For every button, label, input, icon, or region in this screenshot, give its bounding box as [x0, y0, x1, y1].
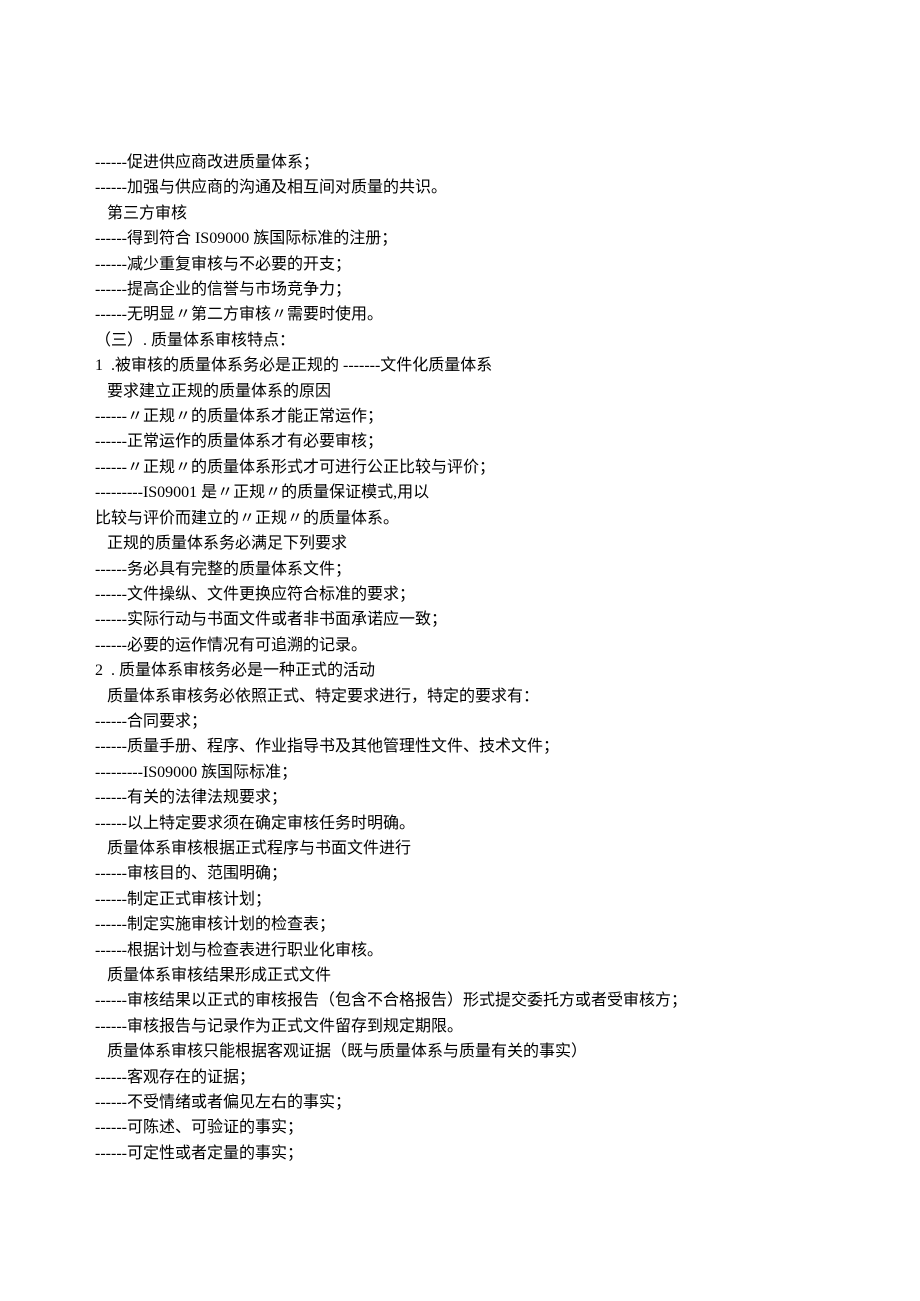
text-line: ------减少重复审核与不必要的开支；: [95, 252, 825, 277]
text-line: ------务必具有完整的质量体系文件；: [95, 557, 825, 582]
text-line: 质量体系审核结果形成正式文件: [95, 963, 825, 988]
text-line: ------制定实施审核计划的检查表；: [95, 912, 825, 937]
text-line: ------实际行动与书面文件或者非书面承诺应一致；: [95, 607, 825, 632]
text-line: ------可定性或者定量的事实；: [95, 1141, 825, 1166]
text-line: ------审核目的、范围明确；: [95, 861, 825, 886]
text-line: ---------IS09001 是〃正规〃的质量保证模式,用以: [95, 480, 825, 505]
text-line: ------〃正规〃的质量体系才能正常运作；: [95, 404, 825, 429]
text-line: ------〃正规〃的质量体系形式才可进行公正比较与评价；: [95, 455, 825, 480]
text-line: ------促进供应商改进质量体系；: [95, 150, 825, 175]
text-line: ------无明显〃第二方审核〃需要时使用。: [95, 302, 825, 327]
text-line: ------合同要求；: [95, 709, 825, 734]
text-line: ------文件操纵、文件更换应符合标准的要求；: [95, 582, 825, 607]
text-line: 质量体系审核根据正式程序与书面文件进行: [95, 836, 825, 861]
text-line: 正规的质量体系务必满足下列要求: [95, 531, 825, 556]
document-page: ------促进供应商改进质量体系；------加强与供应商的沟通及相互间对质量…: [0, 0, 920, 1266]
text-line: ------提高企业的信誉与市场竞争力；: [95, 277, 825, 302]
text-line: ------必要的运作情况有可追溯的记录。: [95, 633, 825, 658]
text-line: ------可陈述、可验证的事实；: [95, 1115, 825, 1140]
text-line: 第三方审核: [95, 201, 825, 226]
text-line: ------制定正式审核计划；: [95, 887, 825, 912]
text-line: ------客观存在的证据；: [95, 1065, 825, 1090]
text-line: 1 .被审核的质量体系务必是正规的 -------文件化质量体系: [95, 353, 825, 378]
text-line: ------审核结果以正式的审核报告（包含不合格报告）形式提交委托方或者受审核方…: [95, 988, 825, 1013]
text-line: ------以上特定要求须在确定审核任务时明确。: [95, 811, 825, 836]
text-line: ------加强与供应商的沟通及相互间对质量的共识。: [95, 175, 825, 200]
text-line: ------有关的法律法规要求；: [95, 785, 825, 810]
text-line: ------正常运作的质量体系才有必要审核；: [95, 429, 825, 454]
text-line: 质量体系审核只能根据客观证据（既与质量体系与质量有关的事实）: [95, 1039, 825, 1064]
text-line: ------审核报告与记录作为正式文件留存到规定期限。: [95, 1014, 825, 1039]
text-line: 比较与评价而建立的〃正规〃的质量体系。: [95, 506, 825, 531]
text-line: ---------IS09000 族国际标准；: [95, 760, 825, 785]
text-line: ------不受情绪或者偏见左右的事实；: [95, 1090, 825, 1115]
text-line: ------质量手册、程序、作业指导书及其他管理性文件、技术文件；: [95, 734, 825, 759]
text-line: ------根据计划与检查表进行职业化审核。: [95, 938, 825, 963]
text-line: 2 . 质量体系审核务必是一种正式的活动: [95, 658, 825, 683]
text-line: 质量体系审核务必依照正式、特定要求进行，特定的要求有：: [95, 684, 825, 709]
text-line: 要求建立正规的质量体系的原因: [95, 379, 825, 404]
text-line: ------得到符合 IS09000 族国际标准的注册；: [95, 226, 825, 251]
text-line: （三）. 质量体系审核特点：: [95, 328, 825, 353]
